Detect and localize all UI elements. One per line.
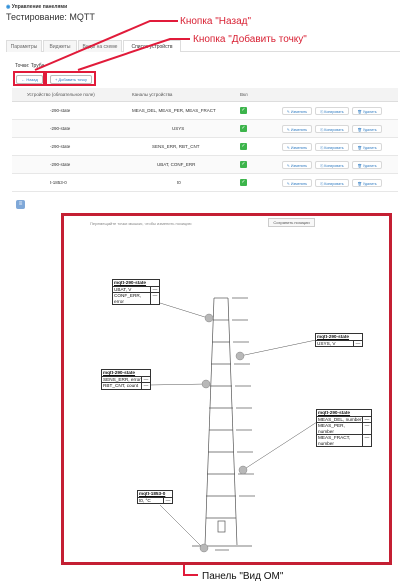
sensor-points [199, 313, 248, 553]
channel-value: — [141, 383, 150, 389]
device-box[interactable]: mqtt-1853-0 t0, °C — [137, 490, 173, 504]
channel-name: MEAS_DEL, number [318, 416, 362, 422]
device-box[interactable]: mqtt-290-state MEAS_DEL, number — MEAS_PE… [316, 409, 372, 447]
sensor-point-icon [204, 313, 214, 323]
channel-name: CONF_ERR, error [114, 293, 142, 304]
device-box[interactable]: mqtt-290-state UBAT, V — CONF_ERR, error — [112, 279, 160, 305]
channel-value: — [150, 293, 159, 304]
sensor-point-icon [199, 543, 209, 553]
channel-name: USYS, V [317, 340, 336, 346]
channel-value: — [362, 423, 371, 434]
connector-lines [149, 302, 318, 549]
sensor-point-icon [238, 465, 248, 475]
sensor-point-icon [235, 351, 245, 361]
channel-value: — [362, 435, 371, 446]
channel-name: UBAT, V [114, 286, 132, 292]
channel-name: SENS_ERR, error [103, 376, 141, 382]
tower-icon [192, 297, 255, 551]
channel-name: RBT_CNT, count [103, 383, 139, 388]
channel-name: t0, °C [139, 497, 151, 503]
annotation-om-panel: Панель "Вид ОМ" [202, 571, 284, 582]
channel-value: — [362, 416, 371, 422]
sensor-point-icon [201, 379, 211, 389]
channel-value: — [163, 497, 172, 503]
device-box[interactable]: mqtt-290-state USYS, V — [315, 333, 363, 347]
channel-name: MEAS_PER, number [318, 423, 345, 434]
channel-name: MEAS_FRACT, number [318, 435, 351, 446]
channel-value: — [353, 340, 362, 346]
annotation-back-button: Кнопка "Назад" [180, 16, 252, 27]
tower-diagram [34, 20, 318, 576]
channel-value: — [150, 286, 159, 292]
annotation-add-button: Кнопка "Добавить точку" [193, 34, 307, 45]
channel-value: — [141, 376, 150, 382]
device-box[interactable]: mqtt-290-state SENS_ERR, error — RBT_CNT,… [101, 369, 151, 390]
